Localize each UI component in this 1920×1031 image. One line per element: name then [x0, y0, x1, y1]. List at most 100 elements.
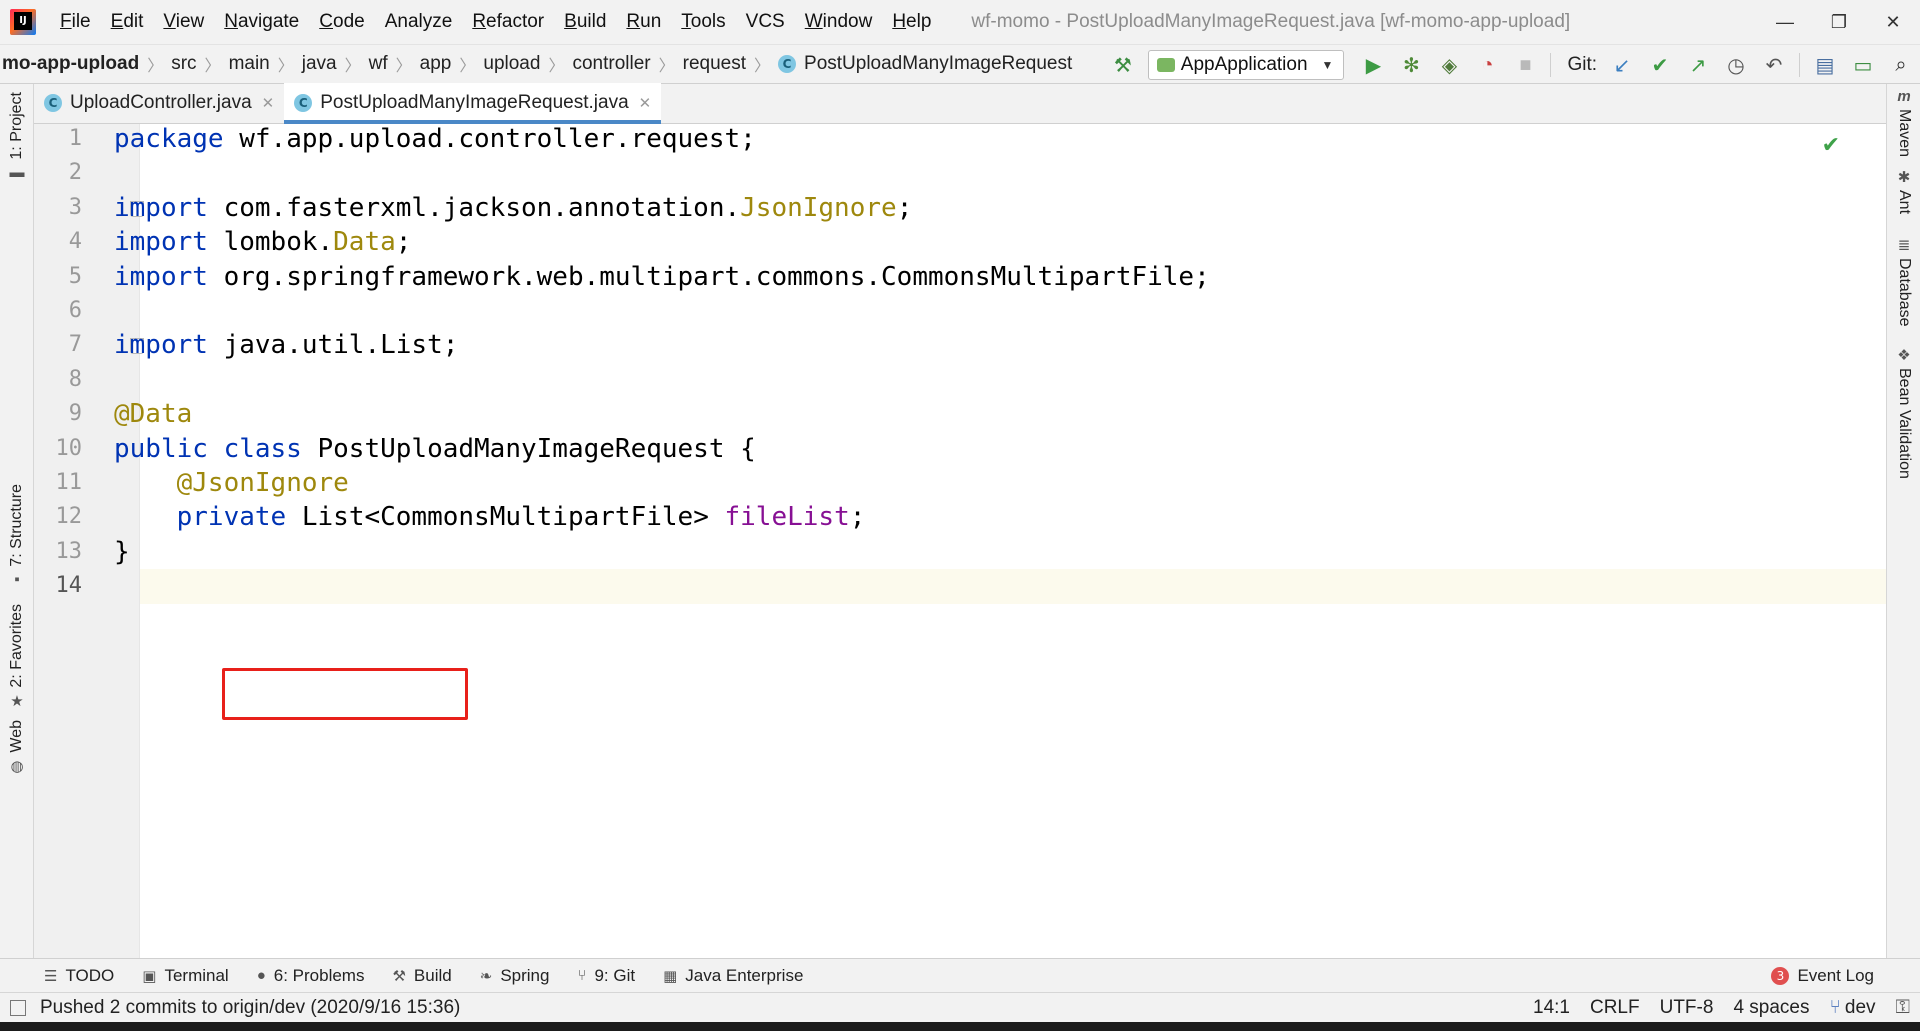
navigation-bar: mo-app-upload 〉 src 〉 main 〉 java 〉 wf 〉 app 〉 uploa…: [0, 44, 1920, 84]
breadcrumb-item[interactable]: src: [165, 53, 202, 75]
chevron-right-icon: 〉: [344, 58, 361, 75]
chevron-right-icon: 〉: [277, 58, 294, 75]
code-line[interactable]: import java.util.List;: [114, 324, 458, 366]
run-icon[interactable]: ▶: [1354, 45, 1392, 85]
breadcrumb-label: upload: [483, 53, 541, 74]
web-tool-label: Web: [8, 720, 25, 753]
tool-terminal[interactable]: ▣ Terminal: [142, 966, 228, 986]
tab-label: PostUploadManyImageRequest.java: [320, 92, 629, 113]
close-tab-icon[interactable]: ✕: [262, 94, 275, 112]
breadcrumb-item[interactable]: upload: [477, 53, 546, 75]
project-tool-button[interactable]: 1: Project ▬: [0, 92, 34, 185]
code-token: java.util.List;: [207, 330, 459, 361]
debug-icon[interactable]: ✻: [1392, 45, 1430, 85]
inspection-ok-icon[interactable]: ✔: [1822, 132, 1840, 158]
menu-mnemonic: R: [472, 11, 487, 32]
caret-position[interactable]: 14:1: [1523, 997, 1580, 1019]
git-branch-widget[interactable]: ⑂ dev: [1819, 997, 1885, 1019]
ant-tool-button[interactable]: ✱ Ant: [1887, 164, 1920, 214]
code-line[interactable]: package wf.app.upload.controller.request…: [114, 118, 756, 160]
line-ending-selector[interactable]: CRLF: [1580, 997, 1650, 1019]
menu-build[interactable]: Build: [554, 0, 616, 44]
menu-window[interactable]: Window: [795, 0, 883, 44]
tool-9-git[interactable]: ⑂ 9: Git: [577, 966, 635, 986]
search-icon[interactable]: ⌕: [1882, 45, 1920, 85]
menu-analyze[interactable]: Analyze: [375, 0, 463, 44]
web-tool-button[interactable]: Web ◍: [0, 720, 34, 779]
menu-code[interactable]: Code: [309, 0, 374, 44]
breadcrumb-item[interactable]: java: [296, 53, 343, 75]
status-message[interactable]: Pushed 2 commits to origin/dev (2020/9/1…: [40, 997, 460, 1019]
menu-vcs[interactable]: VCS: [736, 0, 795, 44]
chevron-right-icon: 〉: [548, 58, 565, 75]
code-token: wf.app.upload.controller.request;: [223, 124, 756, 154]
breadcrumb-item[interactable]: mo-app-upload: [0, 53, 145, 75]
status-square-icon[interactable]: [10, 999, 26, 1016]
build-hammer-icon[interactable]: ⚒: [1104, 45, 1142, 85]
git-branch-icon: ⑂: [1829, 997, 1841, 1018]
run-configuration-select[interactable]: AppApplication ▼: [1147, 50, 1345, 80]
minimize-icon[interactable]: —: [1758, 0, 1812, 44]
breadcrumb-item[interactable]: controller: [566, 53, 656, 75]
close-tab-icon[interactable]: ✕: [639, 94, 652, 112]
coverage-icon[interactable]: ◈: [1430, 45, 1468, 85]
menu-tools[interactable]: Tools: [671, 0, 735, 44]
chevron-right-icon: 〉: [459, 58, 476, 75]
breadcrumb-item[interactable]: request: [677, 53, 752, 75]
code-editor[interactable]: 1 2 3 4 5 6 7 8 9 10 11 12 13 14 package wf.app.uploa…: [34, 124, 1886, 958]
code-line[interactable]: import org.springframework.web.multipart…: [114, 256, 1210, 298]
encoding-selector[interactable]: UTF-8: [1650, 997, 1724, 1019]
menu-file[interactable]: File: [50, 0, 101, 44]
code-line[interactable]: private List<CommonsMultipartFile> fileL…: [114, 496, 866, 538]
git-history-icon[interactable]: ◷: [1717, 45, 1755, 85]
lock-icon[interactable]: ⚿: [1886, 997, 1920, 1019]
indent-selector[interactable]: 4 spaces: [1723, 997, 1819, 1019]
bean-validation-tool-button[interactable]: ❖ Bean Validation: [1887, 342, 1920, 479]
close-window-icon[interactable]: ✕: [1866, 0, 1920, 44]
tool-todo[interactable]: ☰ TODO: [44, 966, 114, 986]
database-tool-button[interactable]: ≣ Database: [1887, 232, 1920, 327]
code-line[interactable]: }: [114, 531, 130, 573]
menu-help[interactable]: Help: [882, 0, 941, 44]
menu-view[interactable]: View: [153, 0, 214, 44]
chevron-right-icon: 〉: [658, 58, 675, 75]
favorites-tool-button[interactable]: 2: Favorites ★: [0, 604, 34, 714]
breadcrumb-item[interactable]: app: [414, 53, 458, 75]
tool-spring[interactable]: ❧ Spring: [480, 966, 550, 986]
breadcrumb-label: wf: [368, 53, 388, 74]
menu-label: iew: [175, 11, 205, 32]
menu-run[interactable]: Run: [616, 0, 671, 44]
event-log-button[interactable]: 3 Event Log: [1771, 959, 1874, 993]
git-update-icon[interactable]: ↙: [1603, 45, 1641, 85]
tool-java-enterprise[interactable]: ▦ Java Enterprise: [663, 966, 803, 986]
profile-icon[interactable]: ◔: [1468, 45, 1506, 85]
menu-refactor[interactable]: Refactor: [462, 0, 554, 44]
presentation-icon[interactable]: ▭: [1844, 45, 1882, 85]
maven-icon: m: [1897, 88, 1911, 105]
terminal-icon: ▣: [142, 967, 157, 985]
menu-mnemonic: H: [892, 11, 907, 32]
editor-tab[interactable]: C PostUploadManyImageRequest.java ✕: [284, 83, 662, 124]
breadcrumb-item[interactable]: wf: [363, 53, 394, 75]
title-bar: FileEditViewNavigateCodeAnalyzeRefactorB…: [0, 0, 1920, 44]
git-push-icon[interactable]: ↗: [1679, 45, 1717, 85]
editor-tab[interactable]: C UploadController.java ✕: [34, 83, 284, 123]
maven-tool-button[interactable]: m Maven: [1887, 84, 1920, 157]
bean-validation-icon: ❖: [1897, 347, 1911, 364]
bottom-tool-window-bar: ☰ TODO ▣ Terminal ● 6: Problems ⚒ Build ❧ Spring ⑂…: [0, 958, 1920, 992]
restore-icon[interactable]: ❐: [1812, 0, 1866, 44]
stop-icon[interactable]: ■: [1506, 45, 1544, 85]
menu-edit[interactable]: Edit: [101, 0, 154, 44]
breadcrumb-item[interactable]: C PostUploadManyImageRequest: [772, 53, 1078, 75]
project-structure-icon[interactable]: ▤: [1806, 45, 1844, 85]
git-rollback-icon[interactable]: ↶: [1755, 45, 1793, 85]
tool-build[interactable]: ⚒ Build: [392, 966, 451, 986]
structure-tool-button[interactable]: 7: Structure ▪: [0, 484, 34, 592]
breadcrumb-item[interactable]: main: [223, 53, 276, 75]
tool-6-problems[interactable]: ● 6: Problems: [257, 966, 365, 986]
toolbar-divider: [1550, 53, 1552, 77]
menu-navigate[interactable]: Navigate: [214, 0, 309, 44]
git-commit-icon[interactable]: ✔: [1641, 45, 1679, 85]
favorites-tool-label: 2: Favorites: [8, 604, 25, 688]
code-area[interactable]: package wf.app.upload.controller.request…: [114, 124, 1886, 958]
